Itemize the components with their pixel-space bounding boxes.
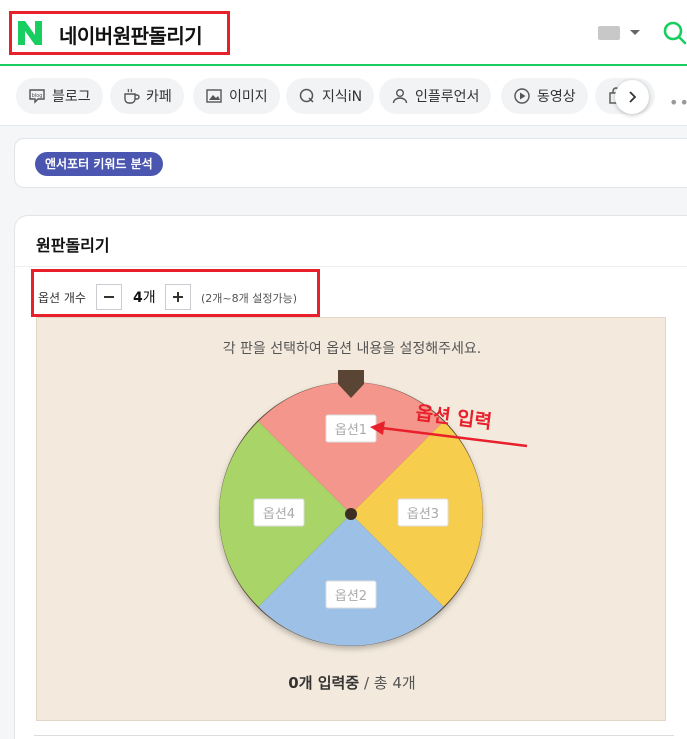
more-menu-icon[interactable]: ••• bbox=[669, 93, 687, 112]
search-icon[interactable] bbox=[662, 20, 687, 45]
tab-cafe[interactable]: 카페 bbox=[110, 78, 184, 114]
search-tabs: blog 블로그 카페 이미지 지식iN 인플루언서 동영상 • bbox=[0, 66, 687, 126]
keyword-analysis-chip[interactable]: 앤서포터 키워드 분석 bbox=[35, 152, 163, 176]
decrease-button[interactable] bbox=[96, 284, 122, 310]
option-input-4[interactable]: 옵션4 bbox=[253, 498, 305, 527]
tab-image[interactable]: 이미지 bbox=[193, 78, 280, 114]
cafe-cup-icon bbox=[124, 88, 140, 104]
chevron-right-icon bbox=[629, 91, 637, 103]
input-status: 0개 입력중 / 총 4개 bbox=[288, 674, 416, 692]
tab-label: 이미지 bbox=[229, 89, 268, 105]
knowledge-q-icon bbox=[299, 88, 314, 103]
option-count-highlight: 옵션 개수 4개 (2개~8개 설정가능) bbox=[31, 269, 320, 317]
tab-label: 동영상 bbox=[537, 89, 576, 105]
option-input-2[interactable]: 옵션2 bbox=[325, 580, 377, 609]
card-title: 원판돌리기 bbox=[36, 236, 110, 255]
image-icon bbox=[206, 89, 222, 103]
tab-kin[interactable]: 지식iN bbox=[286, 78, 375, 114]
highlight-box: 네이버원판돌리기 bbox=[9, 11, 230, 55]
divider bbox=[34, 735, 674, 736]
option-input-3[interactable]: 옵션3 bbox=[397, 498, 449, 527]
tab-blog[interactable]: blog 블로그 bbox=[16, 78, 103, 114]
roulette-wheel: 옵션1 옵션3 옵션2 옵션4 옵션 입력 bbox=[219, 370, 528, 646]
tab-label: 카페 bbox=[146, 89, 172, 105]
tab-label: 인플루언서 bbox=[415, 89, 480, 105]
play-icon bbox=[514, 88, 530, 104]
option-input-placeholder: 옵션1 bbox=[335, 423, 367, 438]
wheel-panel: 각 판을 선택하여 옵션 내용을 설정해주세요. 옵션1 옵션3 옵션2 옵션4… bbox=[36, 317, 666, 721]
tab-label: 지식iN bbox=[322, 89, 363, 105]
option-range-hint: (2개~8개 설정가능) bbox=[201, 292, 298, 305]
blog-icon: blog bbox=[29, 89, 45, 104]
chevron-down-icon[interactable] bbox=[630, 30, 640, 35]
option-input-1[interactable]: 옵션1 bbox=[325, 414, 377, 443]
option-input-placeholder: 옵션4 bbox=[263, 507, 295, 522]
tab-influencer[interactable]: 인플루언서 bbox=[379, 78, 492, 114]
option-count-label: 옵션 개수 bbox=[38, 291, 86, 305]
tab-label: 블로그 bbox=[52, 89, 91, 105]
tabs-next-button[interactable] bbox=[615, 80, 649, 114]
search-query-text[interactable]: 네이버원판돌리기 bbox=[59, 20, 203, 49]
plus-icon bbox=[173, 292, 183, 302]
wheel-card: 원판돌리기 옵션 개수 4개 (2개~8개 설정가능) 각 판을 선택하여 옵션… bbox=[14, 215, 687, 739]
search-header: 네이버원판돌리기 bbox=[0, 0, 687, 66]
option-input-placeholder: 옵션3 bbox=[407, 507, 439, 522]
keyword-card: 앤서포터 키워드 분석 bbox=[14, 138, 687, 188]
wheel-hub bbox=[345, 508, 357, 520]
keyboard-icon[interactable] bbox=[598, 26, 620, 40]
divider bbox=[15, 266, 687, 267]
person-icon bbox=[392, 89, 408, 104]
svg-text:blog: blog bbox=[32, 93, 43, 99]
increase-button[interactable] bbox=[165, 284, 191, 310]
minus-icon bbox=[104, 296, 114, 298]
tab-video[interactable]: 동영상 bbox=[501, 78, 588, 114]
option-input-placeholder: 옵션2 bbox=[335, 589, 367, 604]
option-count-value: 4개 bbox=[133, 290, 156, 306]
naver-logo-icon[interactable] bbox=[17, 20, 43, 46]
